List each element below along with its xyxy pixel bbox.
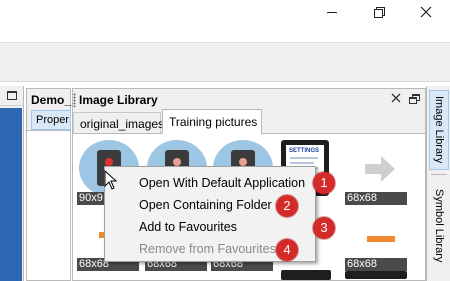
minimize-button[interactable]	[309, 0, 355, 24]
restore-icon	[373, 6, 385, 18]
demo-panel-title: Demo_	[31, 93, 72, 107]
tab-properties[interactable]: Proper	[31, 110, 71, 130]
left-pane-header	[0, 86, 24, 106]
thumbnail-label: 68x68	[345, 258, 407, 271]
sidebar-tab-image-library[interactable]: Image Library	[429, 90, 449, 170]
menu-item-open-default-app[interactable]: Open With Default Application	[106, 172, 314, 194]
menu-item-add-favourites[interactable]: Add to Favourites	[106, 216, 314, 238]
image-library-title: Image Library	[79, 93, 158, 107]
tab-original-images[interactable]: original_images	[73, 112, 164, 134]
close-panel-button[interactable]	[391, 91, 401, 106]
toolbar-band	[0, 42, 450, 82]
mouse-cursor-icon	[104, 170, 118, 190]
close-icon	[391, 93, 401, 103]
right-sidebar: Image Library Symbol Library	[426, 86, 450, 281]
demo-panel: Demo_ Proper	[26, 88, 71, 281]
minimize-icon	[327, 11, 337, 13]
close-icon	[420, 6, 432, 18]
float-panel-button[interactable]	[409, 94, 420, 104]
thumbnail-label: 68x68	[345, 192, 407, 205]
demo-panel-body	[27, 130, 70, 280]
settings-thumb-text: SETTINGS	[289, 148, 320, 154]
sidebar-tab-symbol-library[interactable]: Symbol Library	[429, 186, 449, 266]
callout-badge-2: 2	[276, 195, 298, 217]
callout-badge-4: 4	[276, 239, 298, 261]
dock-window-icon[interactable]	[7, 91, 17, 100]
title-bar	[0, 0, 450, 26]
callout-badge-1: 1	[313, 172, 335, 194]
drag-grip-icon[interactable]	[73, 93, 76, 107]
tab-training-pictures[interactable]: Training pictures	[162, 109, 262, 134]
callout-badge-3: 3	[313, 217, 335, 239]
thumbnail-item[interactable]: 68x68	[345, 218, 411, 279]
close-window-button[interactable]	[403, 0, 449, 24]
restore-button[interactable]	[356, 0, 402, 24]
left-dock-pane	[0, 86, 24, 281]
arrow-right-icon	[365, 156, 395, 182]
left-pane-content	[0, 108, 22, 281]
thumbnail-label: 90x9	[77, 192, 107, 205]
thumbnail-item[interactable]: 68x68	[345, 140, 411, 206]
